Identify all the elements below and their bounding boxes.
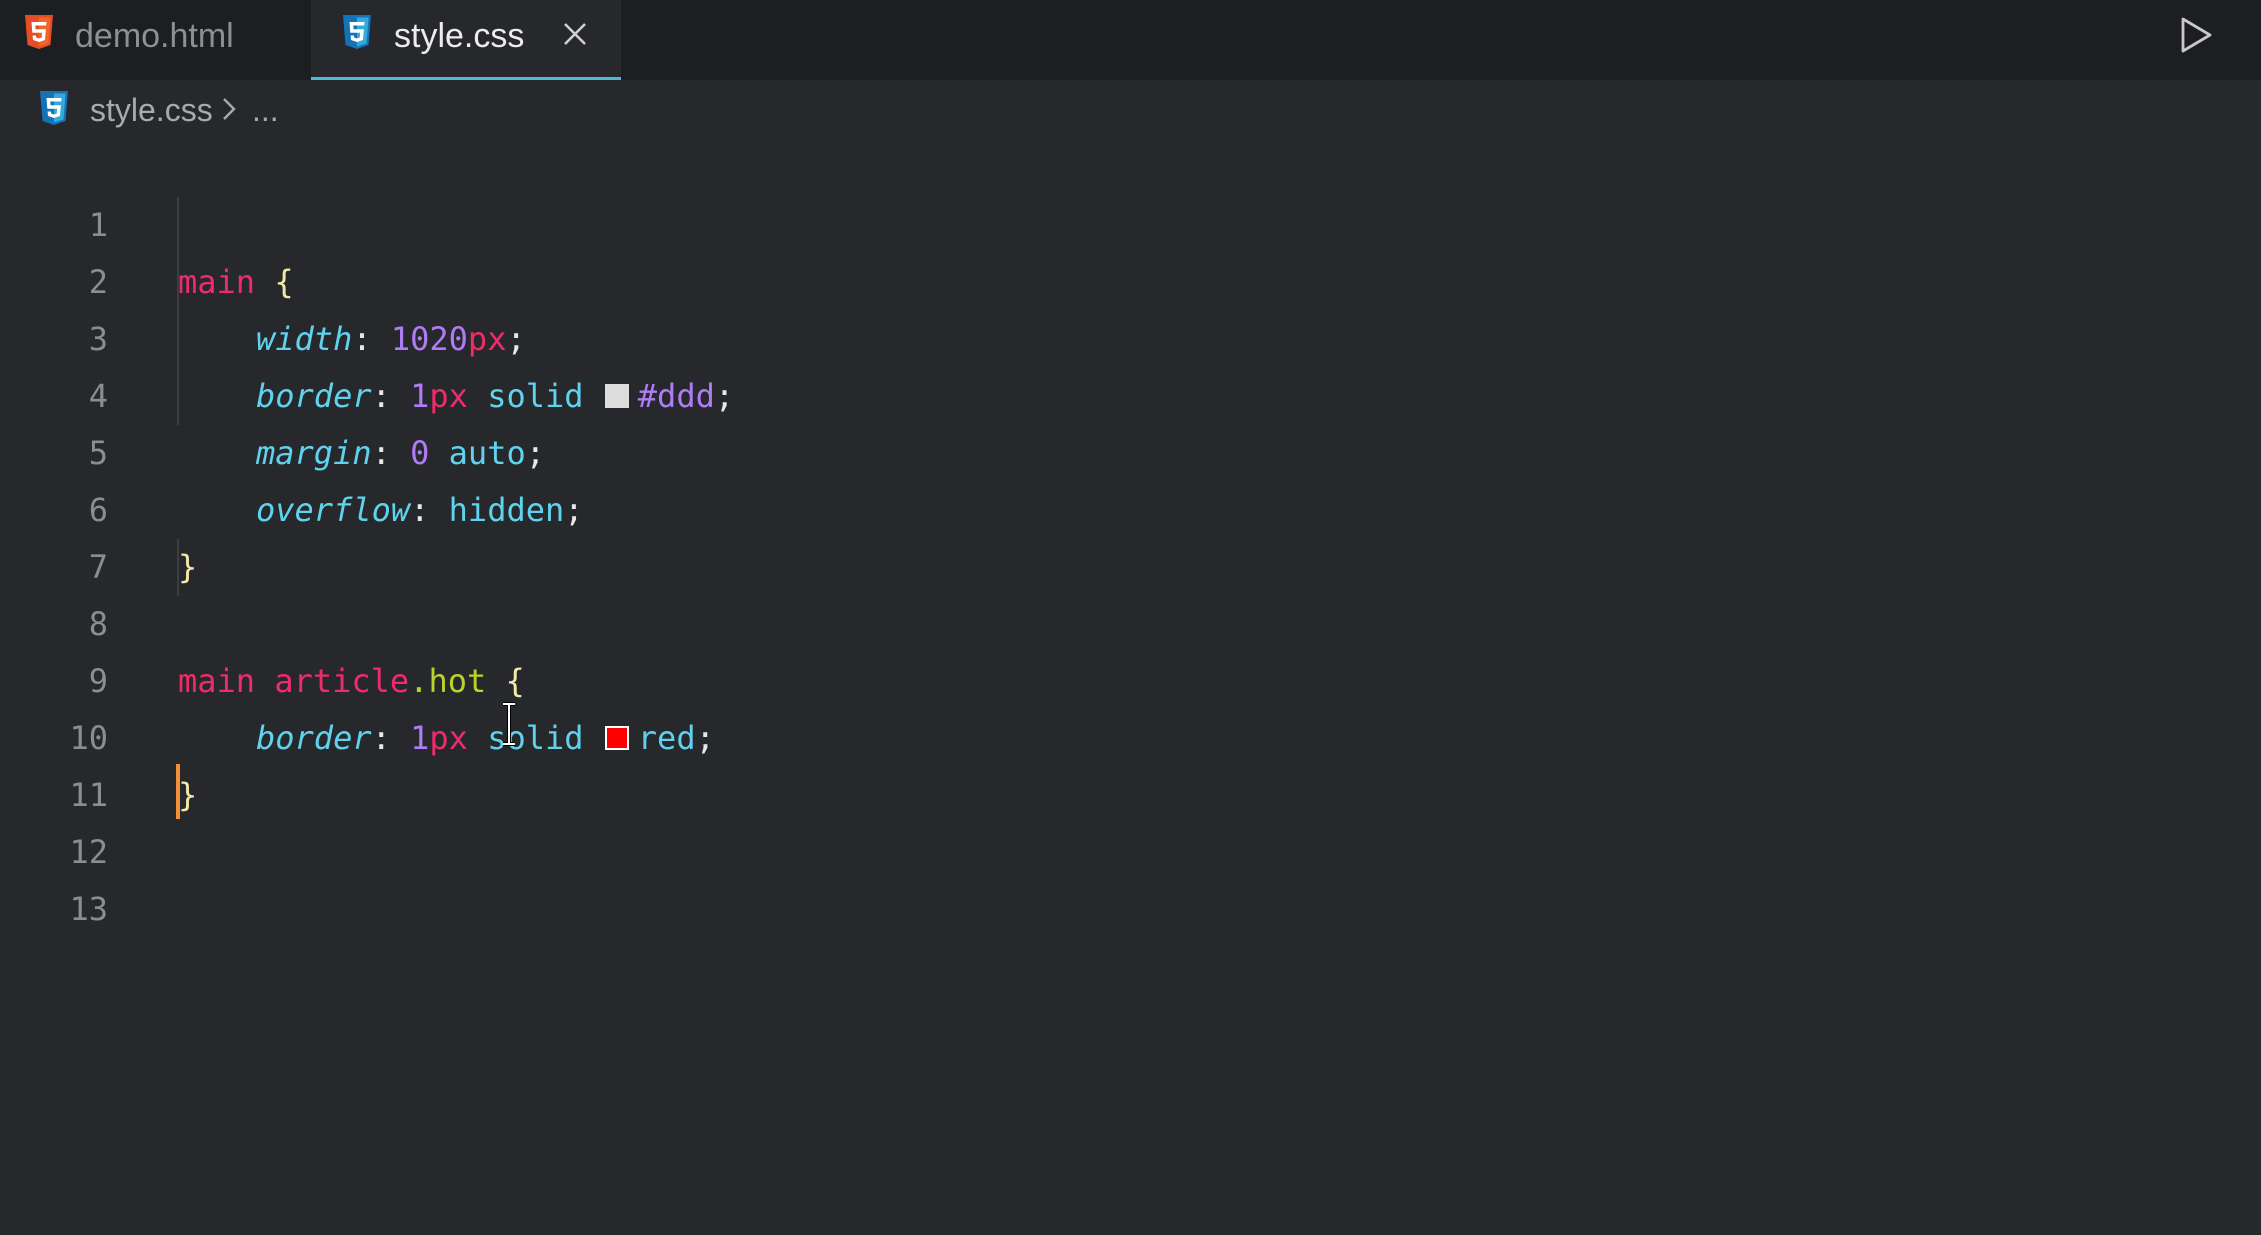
tab-demo-html[interactable]: demo.html: [0, 0, 311, 80]
code-line[interactable]: 6 }: [0, 425, 2261, 586]
code-line[interactable]: 13: [0, 824, 2261, 928]
code-line[interactable]: 11: [0, 710, 2261, 814]
text-cursor-icon: [503, 702, 515, 746]
code-line[interactable]: 5 overflow: hidden;: [0, 368, 2261, 529]
html5-icon: [25, 15, 53, 49]
line-number: 13: [69, 890, 108, 928]
code-line[interactable]: 2 width: 1020px;: [0, 197, 2261, 358]
code-line[interactable]: 1 main {: [0, 140, 2261, 301]
code-line[interactable]: 3 border: 1px solid #ddd;: [0, 254, 2261, 415]
css3-icon: [343, 15, 371, 49]
code-line[interactable]: 9 border: 1px solid red;: [0, 596, 2261, 757]
play-icon[interactable]: [2175, 15, 2215, 55]
code-line[interactable]: 12: [0, 767, 2261, 871]
chevron-right-icon: [223, 98, 236, 120]
code-line[interactable]: 8 main article.hot {: [0, 539, 2261, 700]
tab-label: demo.html: [75, 17, 234, 55]
tab-bar: demo.html style.css: [0, 0, 2261, 80]
tab-label: style.css: [394, 17, 525, 55]
text-caret: [176, 764, 180, 819]
code-editor[interactable]: 1 main { 2 width: 1020px; 3 border: 1px …: [0, 140, 2261, 1235]
code-line[interactable]: 10 }: [0, 653, 2261, 814]
breadcrumb-file[interactable]: style.css: [90, 88, 213, 132]
tab-style-css[interactable]: style.css: [311, 0, 621, 80]
breadcrumb: style.css ...: [0, 80, 2261, 140]
close-icon[interactable]: [561, 20, 589, 48]
code-line[interactable]: 7: [0, 482, 2261, 586]
editor-window: demo.html style.css style.css ... 1 main…: [0, 0, 2261, 1235]
code-line[interactable]: 4 margin: 0 auto;: [0, 311, 2261, 472]
breadcrumb-more[interactable]: ...: [252, 88, 279, 132]
css3-icon: [40, 91, 68, 125]
